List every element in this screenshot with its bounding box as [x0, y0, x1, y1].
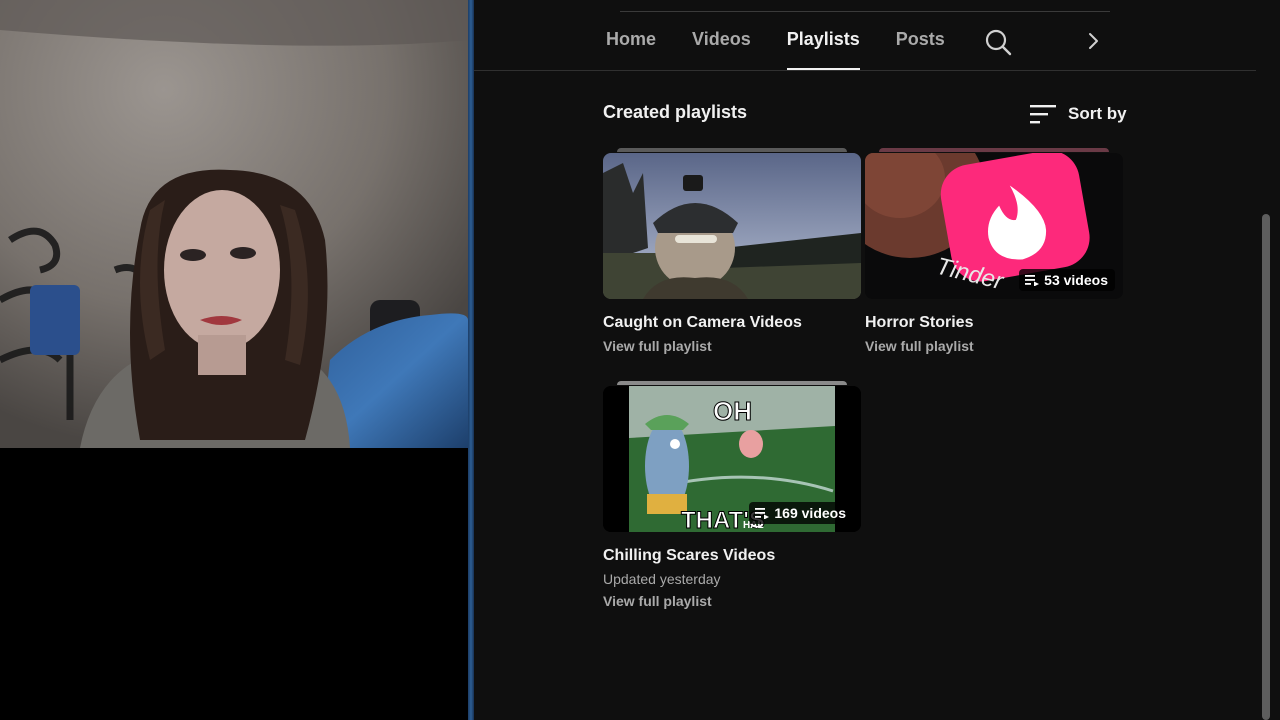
playlist-icon — [1025, 275, 1040, 286]
video-count: 53 videos — [1044, 272, 1108, 288]
playlist-title[interactable]: Horror Stories — [865, 314, 1123, 332]
sort-by-label: Sort by — [1068, 104, 1127, 123]
view-full-playlist-link[interactable]: View full playlist — [865, 338, 1123, 354]
thumbnail-top-text: OH — [713, 396, 752, 426]
tab-videos[interactable]: Videos — [692, 18, 751, 70]
playlist-updated: Updated yesterday — [603, 571, 721, 587]
sort-by-button[interactable]: Sort by — [1030, 100, 1127, 128]
playlist-card: Tinder 53 videos Horror Stories View ful… — [865, 148, 1123, 354]
tab-playlists[interactable]: Playlists — [786, 18, 860, 70]
playlist-title[interactable]: Chilling Scares Videos — [603, 547, 861, 565]
video-count: 169 videos — [774, 505, 846, 521]
view-full-playlist-link[interactable]: View full playlist — [603, 593, 861, 609]
playlist-thumbnail[interactable]: Tinder 53 videos — [865, 148, 1123, 300]
playlist-thumbnail[interactable] — [603, 148, 861, 300]
view-full-playlist-link[interactable]: View full playlist — [603, 338, 861, 354]
webcam-feed — [0, 0, 468, 448]
playlist-card: Caught on Camera Videos View full playli… — [603, 148, 861, 354]
scrollbar-thumb[interactable] — [1262, 214, 1270, 720]
chevron-right-icon[interactable] — [1082, 30, 1104, 52]
search-icon[interactable] — [984, 28, 1012, 56]
tabs-divider — [474, 70, 1256, 71]
webcam-overlay — [0, 0, 470, 720]
tab-home[interactable]: Home — [606, 18, 656, 70]
playlist-title[interactable]: Caught on Camera Videos — [603, 314, 861, 332]
webcam-image — [0, 0, 468, 448]
sort-icon — [1030, 105, 1056, 124]
channel-tabs: Home Videos Playlists Posts — [606, 18, 981, 70]
playlist-icon — [755, 508, 770, 519]
thumbnail-image — [603, 153, 861, 299]
video-count-badge: 169 videos — [749, 502, 853, 524]
playlist-thumbnail[interactable]: OH THAT'S HAL 169 videos — [603, 381, 861, 533]
youtube-channel-page: Home Videos Playlists Posts Created play… — [474, 0, 1280, 720]
header-divider — [620, 11, 1110, 12]
scrollbar[interactable] — [1260, 200, 1270, 720]
playlist-card: OH THAT'S HAL 169 videos Chilling Scares… — [603, 381, 861, 609]
section-title: Created playlists — [603, 102, 748, 122]
tab-posts[interactable]: Posts — [896, 18, 945, 70]
video-count-badge: 53 videos — [1019, 269, 1115, 291]
